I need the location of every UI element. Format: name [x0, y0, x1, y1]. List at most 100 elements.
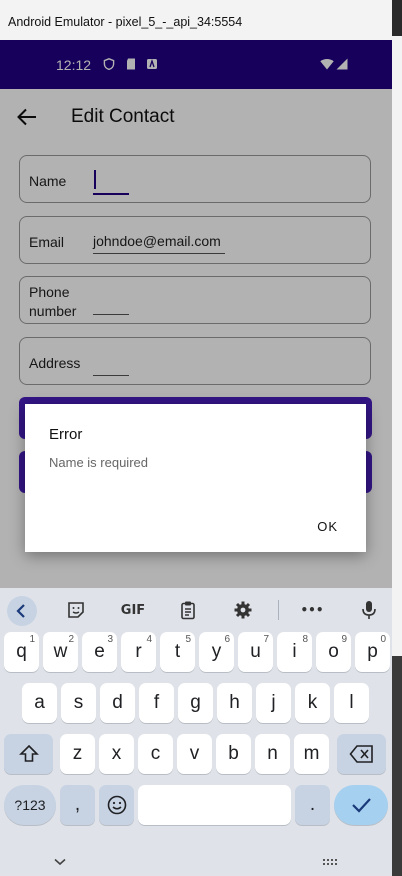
key-label: w: [53, 641, 68, 662]
phone-screen: 12:12 Edit Contact Name Email johndoe@em…: [0, 40, 392, 876]
key-z[interactable]: z: [60, 734, 95, 774]
key-w[interactable]: w2: [43, 632, 78, 672]
more-button[interactable]: •••: [300, 598, 324, 622]
key-n[interactable]: n: [255, 734, 290, 774]
key-label: m: [303, 743, 320, 764]
emulator-title-bar: Android Emulator - pixel_5_-_api_34:5554: [0, 0, 392, 40]
key-label: r: [135, 641, 142, 662]
sticker-button[interactable]: [64, 598, 88, 622]
key-label: g: [190, 692, 201, 713]
key-label: t: [174, 641, 181, 662]
shift-icon: [18, 744, 39, 762]
key-hint: 0: [380, 634, 386, 645]
key-label: k: [307, 692, 318, 713]
key-hint: 9: [341, 634, 347, 645]
comma-key[interactable]: ,: [60, 785, 95, 825]
key-hint: 5: [185, 634, 191, 645]
key-label: q: [16, 641, 27, 662]
key-r[interactable]: r4: [121, 632, 156, 672]
key-label: e: [94, 641, 105, 662]
key-f[interactable]: f: [139, 683, 174, 723]
key-label: p: [367, 641, 378, 662]
key-label: n: [267, 743, 278, 764]
key-i[interactable]: i8: [277, 632, 312, 672]
key-label: h: [229, 692, 240, 713]
keyboard-nav-bar: [0, 850, 392, 876]
backspace-icon: [348, 745, 373, 763]
key-label: o: [328, 641, 339, 662]
checkmark-icon: [352, 798, 371, 813]
key-label: s: [73, 692, 84, 713]
key-label: b: [228, 743, 239, 764]
key-k[interactable]: k: [295, 683, 330, 723]
key-m[interactable]: m: [294, 734, 329, 774]
microphone-icon: [362, 601, 376, 619]
voice-input-button[interactable]: [357, 598, 381, 622]
chevron-down-icon[interactable]: [54, 858, 66, 866]
soft-keyboard: GIF ••• ?123 , . q 1 w 2 e 3 r 4 t 5 y 6…: [0, 588, 392, 876]
clipboard-button[interactable]: [176, 598, 200, 622]
key-label: d: [112, 692, 123, 713]
key-label: c: [150, 743, 161, 764]
key-label: x: [111, 743, 122, 764]
dialog-message: Name is required: [49, 455, 148, 470]
key-a[interactable]: a: [22, 683, 57, 723]
key-hint: 3: [107, 634, 113, 645]
keyboard-switch-icon[interactable]: [322, 858, 340, 868]
key-l[interactable]: l: [334, 683, 369, 723]
key-label: z: [72, 743, 83, 764]
key-d[interactable]: d: [100, 683, 135, 723]
desktop-window-edge: [392, 36, 402, 656]
key-h[interactable]: h: [217, 683, 252, 723]
key-label: a: [34, 692, 45, 713]
error-dialog: Error Name is required OK: [25, 404, 366, 552]
key-u[interactable]: u7: [238, 632, 273, 672]
key-label: y: [211, 641, 222, 662]
keyboard-toolbar: GIF •••: [0, 588, 392, 632]
key-j[interactable]: j: [256, 683, 291, 723]
emoji-icon: [107, 795, 126, 815]
key-hint: 6: [224, 634, 230, 645]
key-hint: 8: [302, 634, 308, 645]
key-q[interactable]: q1: [4, 632, 39, 672]
gif-button[interactable]: GIF: [118, 598, 148, 622]
key-label: i: [292, 641, 297, 662]
clipboard-icon: [181, 601, 195, 620]
key-o[interactable]: o9: [316, 632, 351, 672]
ok-button[interactable]: OK: [317, 519, 338, 534]
key-hint: 2: [68, 634, 74, 645]
key-y[interactable]: y6: [199, 632, 234, 672]
gear-icon: [234, 601, 252, 619]
key-b[interactable]: b: [216, 734, 251, 774]
toolbar-divider: [278, 600, 279, 620]
key-p[interactable]: p0: [355, 632, 390, 672]
shift-key[interactable]: [4, 734, 53, 774]
key-label: f: [153, 692, 160, 713]
chevron-left-icon: [16, 604, 25, 618]
settings-button[interactable]: [231, 598, 255, 622]
key-label: j: [271, 692, 276, 713]
enter-key[interactable]: [334, 785, 388, 825]
key-hint: 7: [263, 634, 269, 645]
period-key[interactable]: .: [295, 785, 330, 825]
sticker-icon: [68, 602, 84, 618]
emoji-key[interactable]: [99, 785, 134, 825]
collapse-keyboard-button[interactable]: [7, 596, 37, 626]
space-key[interactable]: [138, 785, 291, 825]
key-s[interactable]: s: [61, 683, 96, 723]
key-label: v: [189, 743, 200, 764]
key-hint: 4: [146, 634, 152, 645]
dialog-title: Error: [49, 426, 83, 443]
key-e[interactable]: e3: [82, 632, 117, 672]
key-x[interactable]: x: [99, 734, 134, 774]
key-c[interactable]: c: [138, 734, 173, 774]
key-t[interactable]: t5: [160, 632, 195, 672]
key-g[interactable]: g: [178, 683, 213, 723]
symbols-key[interactable]: ?123: [4, 785, 56, 825]
key-label: l: [349, 692, 354, 713]
key-v[interactable]: v: [177, 734, 212, 774]
key-hint: 1: [29, 634, 35, 645]
emulator-title: Android Emulator - pixel_5_-_api_34:5554: [8, 15, 243, 29]
backspace-key[interactable]: [337, 734, 386, 774]
key-label: u: [250, 641, 261, 662]
